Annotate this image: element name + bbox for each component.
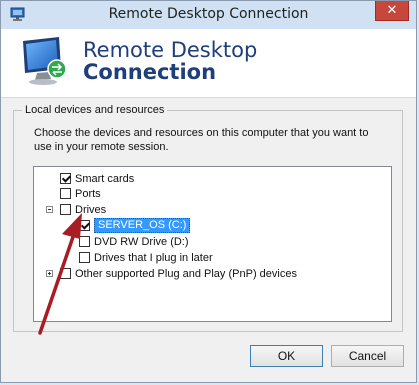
tree-item-ports[interactable]: Ports bbox=[60, 186, 101, 201]
drives-checkbox[interactable] bbox=[60, 204, 71, 215]
tree-item-smart-cards[interactable]: Smart cards bbox=[60, 171, 134, 186]
tree-item-label: Other supported Plug and Play (PnP) devi… bbox=[75, 267, 297, 280]
remote-desktop-dialog: Remote Desktop Connection ✕ Remote Deskt… bbox=[0, 0, 417, 383]
tree-item-label: DVD RW Drive (D:) bbox=[94, 235, 189, 248]
close-button[interactable]: ✕ bbox=[375, 1, 409, 21]
tree-item-label: Smart cards bbox=[75, 172, 135, 185]
close-icon: ✕ bbox=[386, 3, 398, 18]
banner-title-line1: Remote Desktop bbox=[83, 38, 258, 62]
tree-item-label: SERVER_OS (C:) bbox=[94, 218, 191, 233]
cancel-button[interactable]: Cancel bbox=[331, 345, 404, 367]
server-os-checkbox[interactable] bbox=[79, 220, 90, 231]
local-devices-group-label: Local devices and resources bbox=[22, 104, 168, 116]
tree-item-server-os-drive[interactable]: SERVER_OS (C:) bbox=[79, 218, 191, 233]
dvd-drive-checkbox[interactable] bbox=[79, 236, 90, 247]
tree-item-label: Drives that I plug in later bbox=[94, 251, 213, 264]
banner: Remote Desktop Connection bbox=[1, 29, 416, 98]
tree-item-drives[interactable]: Drives bbox=[60, 202, 106, 217]
pnp-devices-checkbox[interactable] bbox=[60, 268, 71, 279]
pnp-expand-icon[interactable] bbox=[46, 270, 53, 277]
banner-title-line2: Connection bbox=[83, 60, 217, 84]
title-bar[interactable]: Remote Desktop Connection ✕ bbox=[1, 1, 416, 29]
smart-cards-checkbox[interactable] bbox=[60, 173, 71, 184]
ports-checkbox[interactable] bbox=[60, 188, 71, 199]
tree-item-label: Drives bbox=[75, 203, 107, 216]
later-drives-checkbox[interactable] bbox=[79, 252, 90, 263]
ok-button[interactable]: OK bbox=[250, 345, 323, 367]
tree-item-dvd-drive[interactable]: DVD RW Drive (D:) bbox=[79, 234, 189, 249]
remote-desktop-monitor-icon bbox=[23, 37, 67, 85]
tree-item-label: Ports bbox=[75, 187, 101, 200]
local-devices-description: Choose the devices and resources on this… bbox=[34, 127, 369, 153]
drives-collapse-icon[interactable] bbox=[46, 206, 53, 213]
window-title: Remote Desktop Connection bbox=[108, 6, 309, 22]
devices-tree-list[interactable]: Smart cards Ports Drives SERVER_OS (C:) … bbox=[33, 166, 392, 322]
tree-item-later-drives[interactable]: Drives that I plug in later bbox=[79, 250, 213, 265]
tree-item-pnp-devices[interactable]: Other supported Plug and Play (PnP) devi… bbox=[60, 266, 297, 281]
